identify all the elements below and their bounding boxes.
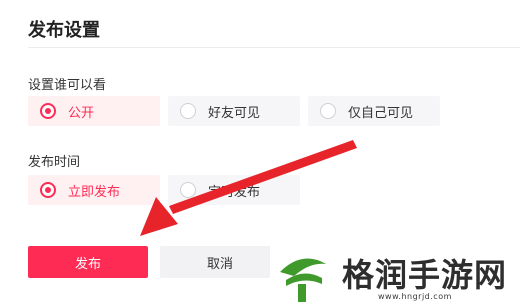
logo-leaf-icon [280,258,326,302]
watermark: 格润手游网 www.hngrjd.com [270,240,520,307]
watermark-logo [270,242,334,306]
arrow-shaft [169,140,357,214]
arrow-head [140,197,178,236]
watermark-url: www.hngrjd.com [378,292,452,301]
watermark-text: 格润手游网 [342,256,508,294]
